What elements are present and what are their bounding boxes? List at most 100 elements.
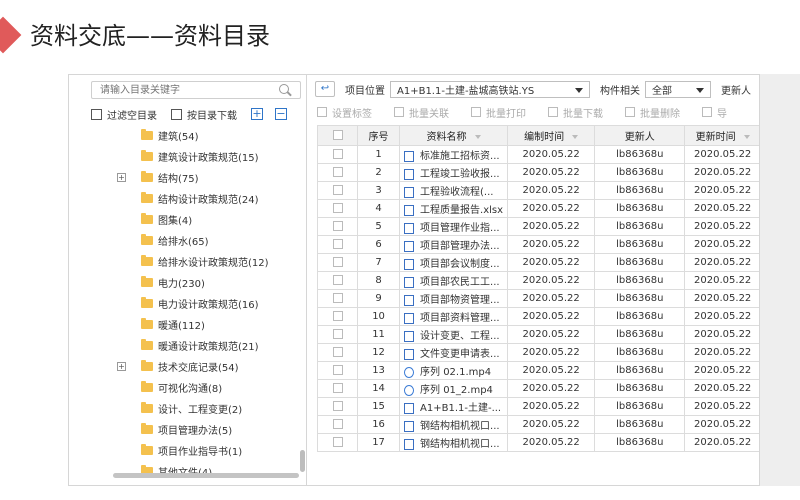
row-name[interactable]: 工程验收流程(... — [420, 187, 493, 198]
batch-action-button[interactable]: 导 — [702, 105, 727, 120]
table-row[interactable]: 9 项目部物资管理... 2020.05.22 lb86368u 2020.05.22 — [316, 289, 759, 308]
row-name-cell[interactable]: 钢结构相机视口... — [399, 415, 509, 434]
row-name[interactable]: 序列 01_2.mp4 — [420, 385, 493, 396]
row-checkbox[interactable] — [332, 239, 343, 249]
row-name[interactable]: 设计变更、工程... — [420, 331, 500, 342]
sort-icon[interactable] — [572, 135, 579, 139]
row-name[interactable]: 标准施工招标资... — [420, 151, 500, 162]
tree-horizontal-scrollbar[interactable] — [113, 473, 299, 478]
tree-item[interactable]: 给排水设计政策规范(12) — [69, 251, 307, 272]
row-checkbox[interactable] — [332, 311, 343, 321]
tree-item[interactable]: 结构设计政策规范(24) — [69, 188, 307, 209]
expand-toggle-icon[interactable]: + — [117, 173, 126, 182]
expand-toggle-icon[interactable]: + — [117, 362, 126, 371]
row-name-cell[interactable]: 工程质量报告.xlsx — [399, 199, 509, 218]
select-all-checkbox-cell[interactable] — [316, 125, 359, 146]
row-checkbox[interactable] — [332, 347, 343, 357]
row-checkbox[interactable] — [332, 257, 343, 267]
row-name[interactable]: 序列 02.1.mp4 — [420, 367, 491, 378]
row-name-cell[interactable]: A1+B1.1-土建-... — [399, 397, 509, 416]
row-name-cell[interactable]: 标准施工招标资... — [399, 145, 509, 164]
row-checkbox-cell[interactable] — [316, 199, 359, 218]
row-name[interactable]: 文件变更申请表... — [420, 349, 500, 360]
tree-item[interactable]: 设计、工程变更(2) — [69, 398, 307, 419]
back-button[interactable]: ↩ — [315, 81, 335, 97]
table-row[interactable]: 15 A1+B1.1-土建-... 2020.05.22 lb86368u 2020.0… — [316, 397, 759, 416]
tree-item[interactable]: 建筑设计政策规范(15) — [69, 146, 307, 167]
batch-action-button[interactable]: 批量删除 — [625, 105, 680, 120]
row-name[interactable]: 项目部会议制度... — [420, 259, 500, 270]
row-name[interactable]: 钢结构相机视口... — [420, 421, 500, 432]
tree-item[interactable]: 其他文件(4) — [69, 461, 307, 482]
row-checkbox[interactable] — [332, 329, 343, 339]
row-name-cell[interactable]: 项目部资料管理... — [399, 307, 509, 326]
tree-item[interactable]: + 结构(75) — [69, 167, 307, 188]
row-checkbox[interactable] — [332, 149, 343, 159]
row-checkbox-cell[interactable] — [316, 433, 359, 452]
row-checkbox[interactable] — [332, 437, 343, 447]
row-checkbox[interactable] — [332, 293, 343, 303]
remove-directory-button[interactable]: − — [275, 108, 287, 120]
table-row[interactable]: 10 项目部资料管理... 2020.05.22 lb86368u 2020.05.22 — [316, 307, 759, 326]
table-row[interactable]: 4 工程质量报告.xlsx 2020.05.22 lb86368u 2020.05.22 — [316, 199, 759, 218]
row-checkbox[interactable] — [332, 383, 343, 393]
row-name[interactable]: 项目部资料管理... — [420, 313, 500, 324]
header-date[interactable]: 编制时间 — [507, 125, 596, 146]
tree-item[interactable]: 电力设计政策规范(16) — [69, 293, 307, 314]
row-checkbox-cell[interactable] — [316, 343, 359, 362]
row-checkbox-cell[interactable] — [316, 181, 359, 200]
row-name-cell[interactable]: 钢结构相机视口... — [399, 433, 509, 452]
tree-item[interactable]: 图集(4) — [69, 209, 307, 230]
table-row[interactable]: 16 钢结构相机视口... 2020.05.22 lb86368u 2020.05.22 — [316, 415, 759, 434]
select-all-checkbox[interactable] — [332, 130, 343, 140]
row-name-cell[interactable]: 设计变更、工程... — [399, 325, 509, 344]
row-name-cell[interactable]: 项目部农民工工... — [399, 271, 509, 290]
tree-item[interactable]: 电力(230) — [69, 272, 307, 293]
batch-action-button[interactable]: 批量打印 — [471, 105, 526, 120]
tree-item[interactable]: 暖通设计政策规范(21) — [69, 335, 307, 356]
row-checkbox[interactable] — [332, 365, 343, 375]
row-name-cell[interactable]: 序列 01_2.mp4 — [399, 379, 509, 398]
location-select[interactable]: A1+B1.1-土建-盐城高铁站.YS — [390, 80, 590, 98]
row-checkbox[interactable] — [332, 221, 343, 231]
row-checkbox[interactable] — [332, 401, 343, 411]
row-checkbox[interactable] — [332, 167, 343, 177]
row-name-cell[interactable]: 工程竣工验收报... — [399, 163, 509, 182]
table-row[interactable]: 14 序列 01_2.mp4 2020.05.22 lb86368u 2020.05.2… — [316, 379, 759, 398]
table-row[interactable]: 1 标准施工招标资... 2020.05.22 lb86368u 2020.05.22 — [316, 145, 759, 164]
row-name-cell[interactable]: 工程验收流程(... — [399, 181, 509, 200]
row-name-cell[interactable]: 项目部物资管理... — [399, 289, 509, 308]
header-name[interactable]: 资料名称 — [399, 125, 509, 146]
row-name[interactable]: 工程竣工验收报... — [420, 169, 500, 180]
tree-item[interactable]: 项目管理办法(5) — [69, 419, 307, 440]
row-name-cell[interactable]: 文件变更申请表... — [399, 343, 509, 362]
row-checkbox-cell[interactable] — [316, 325, 359, 344]
row-checkbox-cell[interactable] — [316, 415, 359, 434]
tree-item[interactable]: 给排水(65) — [69, 230, 307, 251]
table-row[interactable]: 13 序列 02.1.mp4 2020.05.22 lb86368u 2020.05.2… — [316, 361, 759, 380]
sort-icon[interactable] — [743, 135, 750, 139]
filter-empty-button[interactable]: 过滤空目录 — [91, 107, 157, 122]
table-row[interactable]: 11 设计变更、工程... 2020.05.22 lb86368u 2020.05.22 — [316, 325, 759, 344]
tree-item[interactable]: + 技术交底记录(54) — [69, 356, 307, 377]
row-checkbox-cell[interactable] — [316, 253, 359, 272]
row-checkbox-cell[interactable] — [316, 307, 359, 326]
row-checkbox-cell[interactable] — [316, 163, 359, 182]
tree-vertical-scrollbar[interactable] — [300, 450, 305, 472]
row-name[interactable]: 项目管理作业指... — [420, 223, 500, 234]
search-icon[interactable] — [279, 84, 289, 94]
directory-search-input[interactable] — [91, 81, 301, 99]
tree-item[interactable]: 可视化沟通(8) — [69, 377, 307, 398]
row-name-cell[interactable]: 序列 02.1.mp4 — [399, 361, 509, 380]
row-name[interactable]: 项目部农民工工... — [420, 277, 500, 288]
component-select[interactable]: 全部 — [645, 80, 711, 98]
row-checkbox-cell[interactable] — [316, 289, 359, 308]
table-row[interactable]: 5 项目管理作业指... 2020.05.22 lb86368u 2020.05.22 — [316, 217, 759, 236]
row-name[interactable]: 钢结构相机视口... — [420, 439, 500, 450]
header-update[interactable]: 更新时间 — [684, 125, 759, 146]
table-row[interactable]: 7 项目部会议制度... 2020.05.22 lb86368u 2020.05.22 — [316, 253, 759, 272]
download-by-dir-button[interactable]: 按目录下载 — [171, 107, 237, 122]
row-checkbox[interactable] — [332, 203, 343, 213]
row-name-cell[interactable]: 项目部会议制度... — [399, 253, 509, 272]
table-row[interactable]: 8 项目部农民工工... 2020.05.22 lb86368u 2020.05.22 — [316, 271, 759, 290]
